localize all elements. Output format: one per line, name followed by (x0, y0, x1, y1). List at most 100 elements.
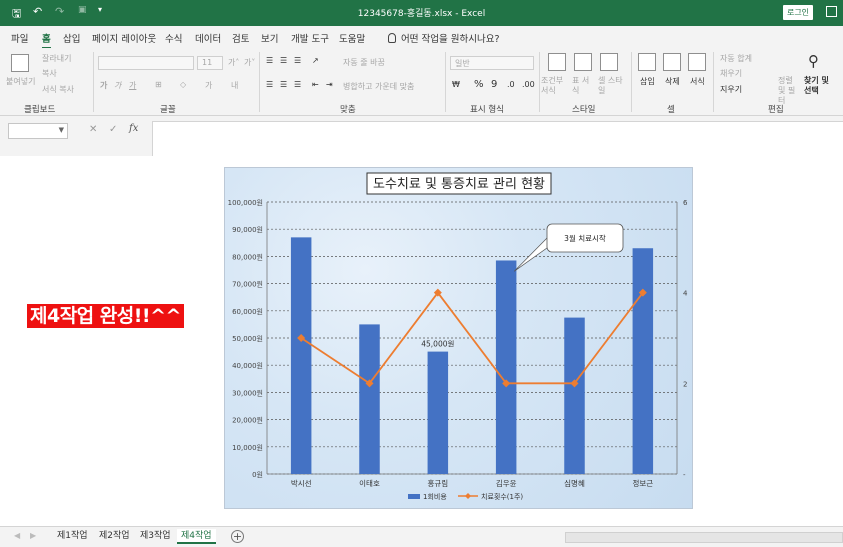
y2-tick-label: 6 (683, 199, 688, 207)
x-tick-label: 김우윤 (496, 478, 517, 488)
italic-icon[interactable]: 가 (114, 80, 121, 91)
copy-button[interactable]: 복사 (42, 68, 57, 79)
tab-developer[interactable]: 개발 도구 (291, 31, 329, 45)
wrap-text-button[interactable]: 자동 줄 바꿈 (343, 57, 385, 68)
styles-group-label: 스타일 (572, 105, 596, 115)
y2-tick-label: - (683, 471, 686, 479)
tab-insert[interactable]: 삽입 (63, 31, 80, 45)
conditional-format-button[interactable]: 조건부 서식 (541, 76, 571, 96)
tab-page-layout[interactable]: 페이지 레이아웃 (92, 31, 156, 45)
orientation-icon[interactable]: ↗ (312, 56, 319, 65)
chevron-down-icon[interactable]: ▼ (59, 126, 64, 134)
callout-text: 3월 치료시작 (564, 233, 606, 243)
fill-color-icon[interactable]: ◇ (180, 80, 186, 89)
y-tick-label: 0원 (252, 470, 263, 479)
underline-icon[interactable]: 가 (129, 80, 136, 91)
tab-data[interactable]: 데이터 (195, 31, 221, 45)
x-tick-label: 심명혜 (564, 478, 585, 488)
merge-center-button[interactable]: 병합하고 가운데 맞춤 (343, 81, 414, 92)
font-size-combo[interactable]: 11 (197, 56, 223, 70)
bar (290, 237, 312, 474)
tell-me-text: 어떤 작업을 원하시나요? (401, 34, 500, 45)
format-table-icon[interactable] (574, 53, 592, 71)
tell-me-search[interactable]: 어떤 작업을 원하시나요? (388, 31, 499, 45)
search-icon[interactable]: ⚲ (808, 52, 819, 70)
bold-icon[interactable]: 가 (100, 80, 107, 91)
format-cells-button[interactable]: 서식 (690, 76, 705, 87)
sheet-tab-2[interactable]: 제2작업 (99, 529, 130, 544)
formula-input[interactable] (152, 121, 843, 156)
format-cells-icon[interactable] (688, 53, 706, 71)
cell-styles-button[interactable]: 셀 스타일 (598, 76, 624, 96)
y-tick-label: 20,000원 (232, 416, 263, 425)
login-button[interactable]: 로그인 (783, 5, 813, 20)
find-select-button[interactable]: 찾기 및 선택 (804, 76, 834, 96)
increase-font-icon[interactable]: 가˄ (228, 57, 239, 68)
autosum-button[interactable]: 자동 합계 (720, 53, 752, 64)
legend-label: 1회비용 (423, 492, 447, 501)
tab-help[interactable]: 도움말 (339, 31, 365, 45)
delete-cells-button[interactable]: 삭제 (665, 76, 680, 87)
phonetic-icon[interactable]: 내 (231, 80, 238, 91)
percent-icon[interactable]: % (474, 79, 484, 90)
y-tick-label: 80,000원 (232, 252, 263, 261)
enter-icon[interactable]: ✓ (109, 124, 117, 135)
font-name-combo[interactable] (98, 56, 194, 70)
decrease-font-icon[interactable]: 가˅ (244, 57, 255, 68)
sheet-tab-3[interactable]: 제3작업 (140, 529, 171, 544)
align-middle-icon[interactable]: ☰ (280, 56, 287, 65)
y-tick-label: 40,000원 (232, 361, 263, 370)
tab-formulas[interactable]: 수식 (165, 31, 182, 45)
accounting-format-icon[interactable]: ₩ (452, 80, 460, 89)
lightbulb-icon (388, 33, 396, 43)
tab-view[interactable]: 보기 (261, 31, 278, 45)
y-tick-label: 100,000원 (228, 198, 263, 207)
cancel-icon[interactable]: ✕ (89, 124, 97, 135)
fill-button[interactable]: 채우기 (720, 68, 742, 79)
name-box[interactable]: ▼ (8, 123, 68, 139)
cut-button[interactable]: 잘라내기 (42, 53, 71, 64)
horizontal-scrollbar[interactable] (565, 532, 843, 543)
align-right-icon[interactable]: ☰ (294, 80, 301, 89)
align-left-icon[interactable]: ☰ (266, 80, 273, 89)
align-center-icon[interactable]: ☰ (280, 80, 287, 89)
tab-file[interactable]: 파일 (11, 31, 28, 45)
prev-sheet-icon[interactable]: ◀ (14, 531, 20, 540)
sheet-tab-1[interactable]: 제1작업 (57, 529, 88, 544)
conditional-format-icon[interactable] (548, 53, 566, 71)
cell-styles-icon[interactable] (600, 53, 618, 71)
tab-review[interactable]: 검토 (232, 31, 249, 45)
insert-function-icon[interactable]: fx (129, 123, 138, 134)
delete-cells-icon[interactable] (663, 53, 681, 71)
format-table-button[interactable]: 표 서식 (572, 76, 596, 96)
paste-button[interactable]: 붙여넣기 (6, 76, 35, 87)
tab-home[interactable]: 홈 (42, 31, 51, 49)
insert-cells-button[interactable]: 삽입 (640, 76, 655, 87)
next-sheet-icon[interactable]: ▶ (30, 531, 36, 540)
format-painter-button[interactable]: 서식 복사 (42, 84, 74, 95)
align-top-icon[interactable]: ☰ (266, 56, 273, 65)
add-sheet-icon[interactable]: + (231, 530, 244, 543)
sheet-tab-4[interactable]: 제4작업 (177, 529, 216, 544)
border-icon[interactable]: ⊞ (155, 80, 162, 89)
clear-button[interactable]: 지우기 (720, 84, 742, 95)
legend-line-marker (465, 493, 471, 499)
number-format-combo[interactable]: 일반 (450, 56, 534, 70)
font-color-icon[interactable]: 가 (205, 80, 212, 91)
editing-group-label: 편집 (768, 105, 784, 115)
paste-icon[interactable] (11, 54, 29, 72)
increase-decimal-icon[interactable]: .0 (507, 80, 515, 89)
increase-indent-icon[interactable]: ⇥ (326, 80, 333, 89)
decrease-indent-icon[interactable]: ⇤ (312, 80, 319, 89)
comma-icon[interactable]: 9 (491, 79, 497, 90)
combo-chart[interactable]: 도수치료 및 통증치료 관리 현황 0원 10,000원 20,000원 30,000원… (224, 167, 693, 509)
decrease-decimal-icon[interactable]: .00 (522, 80, 535, 89)
insert-cells-icon[interactable] (638, 53, 656, 71)
document-title: 12345678-홍길동.xlsx - Excel (357, 9, 486, 19)
sort-filter-button[interactable]: 정렬 및 필터 (778, 76, 802, 106)
align-bottom-icon[interactable]: ☰ (294, 56, 301, 65)
bar (495, 260, 517, 474)
font-group-label: 글꼴 (160, 105, 176, 115)
ribbon-display-options-icon[interactable] (826, 6, 837, 17)
title-bar: 🖫 ↶ ↷ ▣ ▾ 12345678-홍길동.xlsx - Excel 로그인 (0, 0, 843, 26)
